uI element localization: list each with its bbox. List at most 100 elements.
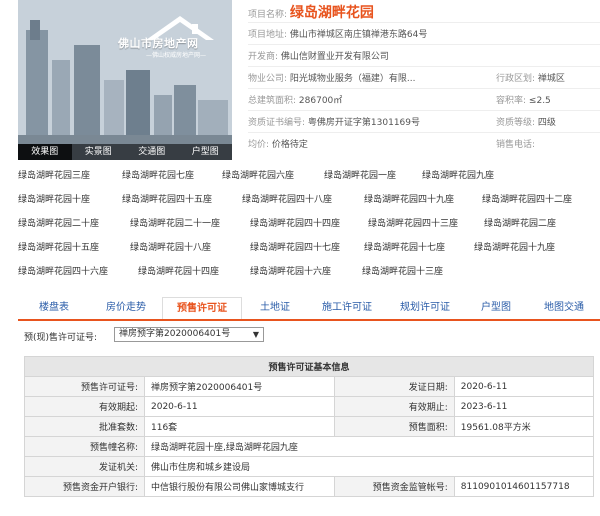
tab-real-photo[interactable]: 实景图 [72,144,126,160]
district-value: 禅城区 [537,74,565,84]
divider [248,110,600,111]
divider [248,88,600,89]
project-name: 绿岛湖畔花园 [289,5,374,21]
permit-select[interactable]: 禅房预字第2020006401号 ▼ [114,327,264,342]
table-row: 预售资金开户银行: 中信银行股份有限公司佛山家博城支行 预售资金监管帐号: 81… [24,476,595,497]
cell-value: 绿岛湖畔花园十座,绿岛湖畔花园九座 [144,436,594,457]
building-link[interactable]: 绿岛湖畔花园二座 [484,216,556,229]
building-link[interactable]: 绿岛湖畔花园四十三座 [368,216,458,229]
building-link[interactable]: 绿岛湖畔花园四十七座 [250,240,340,253]
project-name-row: 项目名称: 绿岛湖畔花园 [248,2,374,22]
logo-subtitle: —佛山权威房地产网— [146,52,207,59]
building-link[interactable]: 绿岛湖畔花园十九座 [474,240,555,253]
logo-text: 佛山市房地产网 [118,37,199,50]
developer-label: 开发商: [248,52,279,62]
price-row: 均价: 价格待定 [248,137,308,157]
ratio-label: 容积率: [496,96,527,106]
building-link[interactable]: 绿岛湖畔花园十七座 [364,240,445,253]
property-label: 物业公司: [248,74,288,84]
ratio-value: ≤2.5 [528,96,551,106]
permit-select-label: 预(现)售许可证号: [24,333,98,343]
cell-label: 预售资金监管帐号: [333,476,455,497]
building-link[interactable]: 绿岛湖畔花园四十六座 [18,264,108,277]
table-title: 预售许可证基本信息 [24,356,594,377]
cell-label: 预售幢名称: [24,436,145,457]
tab-traffic-map[interactable]: 交通图 [125,144,179,160]
area-value: 286700㎡ [298,96,343,106]
cell-label: 预售许可证号: [24,376,145,397]
tab-price-trend[interactable]: 房价走势 [90,297,162,319]
table-row: 发证机关: 佛山市住房和城乡建设局 [24,456,594,477]
tab-floor-plan[interactable]: 户型图 [464,297,528,319]
building-link[interactable]: 绿岛湖畔花园二十座 [18,216,99,229]
building-link[interactable]: 绿岛湖畔花园四十五座 [122,192,212,205]
grade-value: 四级 [537,118,556,128]
table-row: 批准套数: 116套 预售面积: 19561.08平方米 [24,416,595,437]
building-link[interactable]: 绿岛湖畔花园七座 [122,168,194,181]
building-link[interactable]: 绿岛湖畔花园四十二座 [482,192,572,205]
table-row: 预售许可证号: 禅房预字第2020006401号 发证日期: 2020-6-11 [24,376,595,397]
building-link[interactable]: 绿岛湖畔花园六座 [222,168,294,181]
building-link[interactable]: 绿岛湖畔花园一座 [324,168,396,181]
photo-tabs: 效果图 实景图 交通图 户型图 [18,144,232,160]
tab-floor-plan[interactable]: 户型图 [179,144,233,160]
building-link[interactable]: 绿岛湖畔花园四十四座 [250,216,340,229]
phone-row: 销售电话: [496,137,535,157]
cell-value: 2020-6-11 [144,396,335,417]
tab-rendering[interactable]: 效果图 [18,144,72,160]
tab-planning-permit[interactable]: 规划许可证 [386,297,464,319]
price-label: 均价: [248,140,270,150]
divider [248,132,600,133]
cell-value: 中信银行股份有限公司佛山家博城支行 [144,476,335,497]
building-link[interactable]: 绿岛湖畔花园三座 [18,168,90,181]
cell-label: 有效期止: [333,396,455,417]
project-photo[interactable]: 佛山市房地产网 —佛山权威房地产网— 效果图 实景图 交通图 户型图 [18,0,232,160]
building-link[interactable]: 绿岛湖畔花园四十八座 [242,192,332,205]
cell-label: 发证机关: [24,456,145,477]
cell-label: 预售面积: [333,416,455,437]
building-link[interactable]: 绿岛湖畔花园十座 [18,192,90,205]
address-value: 佛山市禅城区南庄镇禅港东路64号 [289,30,428,40]
permit-select-value: 禅房预字第2020006401号 [119,329,231,339]
cert-label: 资质证书编号: [248,118,306,128]
tab-construction-permit[interactable]: 施工许可证 [308,297,386,319]
property-value: 阳光城物业服务（福建）有限... [289,74,416,84]
table-row: 有效期起: 2020-6-11 有效期止: 2023-6-11 [24,396,595,417]
building-link[interactable]: 绿岛湖畔花园十八座 [130,240,211,253]
developer-value: 佛山信财置业开发有限公司 [280,52,389,62]
cell-label: 有效期起: [24,396,145,417]
price-value: 价格待定 [271,140,308,150]
permit-select-row: 预(现)售许可证号: 禅房预字第2020006401号 ▼ [24,327,264,343]
info-nav-tabs: 楼盘表 房价走势 预售许可证 土地证 施工许可证 规划许可证 户型图 地图交通 [18,297,600,321]
building-link[interactable]: 绿岛湖畔花园九座 [422,168,494,181]
table-row: 预售幢名称: 绿岛湖畔花园十座,绿岛湖畔花园九座 [24,436,594,457]
divider [248,44,600,45]
address-label: 项目地址: [248,30,288,40]
tab-land-certificate[interactable]: 土地证 [242,297,308,319]
tab-building-table[interactable]: 楼盘表 [18,297,90,319]
cell-value: 禅房预字第2020006401号 [144,376,335,397]
building-link[interactable]: 绿岛湖畔花园十三座 [362,264,443,277]
building-link[interactable]: 绿岛湖畔花园二十一座 [130,216,220,229]
divider [248,22,600,23]
project-name-label: 项目名称: [248,10,288,20]
cell-label: 预售资金开户银行: [24,476,145,497]
cell-value: 2023-6-11 [453,396,595,417]
cell-value: 8110901014601157718 [453,476,595,497]
grade-label: 资质等级: [496,118,536,128]
building-link[interactable]: 绿岛湖畔花园十四座 [138,264,219,277]
divider [248,66,600,67]
cell-label: 批准套数: [24,416,145,437]
tab-presale-permit[interactable]: 预售许可证 [162,297,242,319]
presale-permit-table: 预售许可证基本信息 预售许可证号: 禅房预字第2020006401号 发证日期:… [24,356,595,497]
cell-value: 19561.08平方米 [453,416,595,437]
cell-value: 2020-6-11 [453,376,595,397]
cell-label: 发证日期: [333,376,455,397]
phone-label: 销售电话: [496,140,536,150]
tab-map-traffic[interactable]: 地图交通 [528,297,600,319]
building-link[interactable]: 绿岛湖畔花园四十九座 [364,192,454,205]
area-label: 总建筑面积: [248,96,297,106]
building-link[interactable]: 绿岛湖畔花园十五座 [18,240,99,253]
building-link[interactable]: 绿岛湖畔花园十六座 [250,264,331,277]
dropdown-arrow-icon: ▼ [252,330,259,339]
